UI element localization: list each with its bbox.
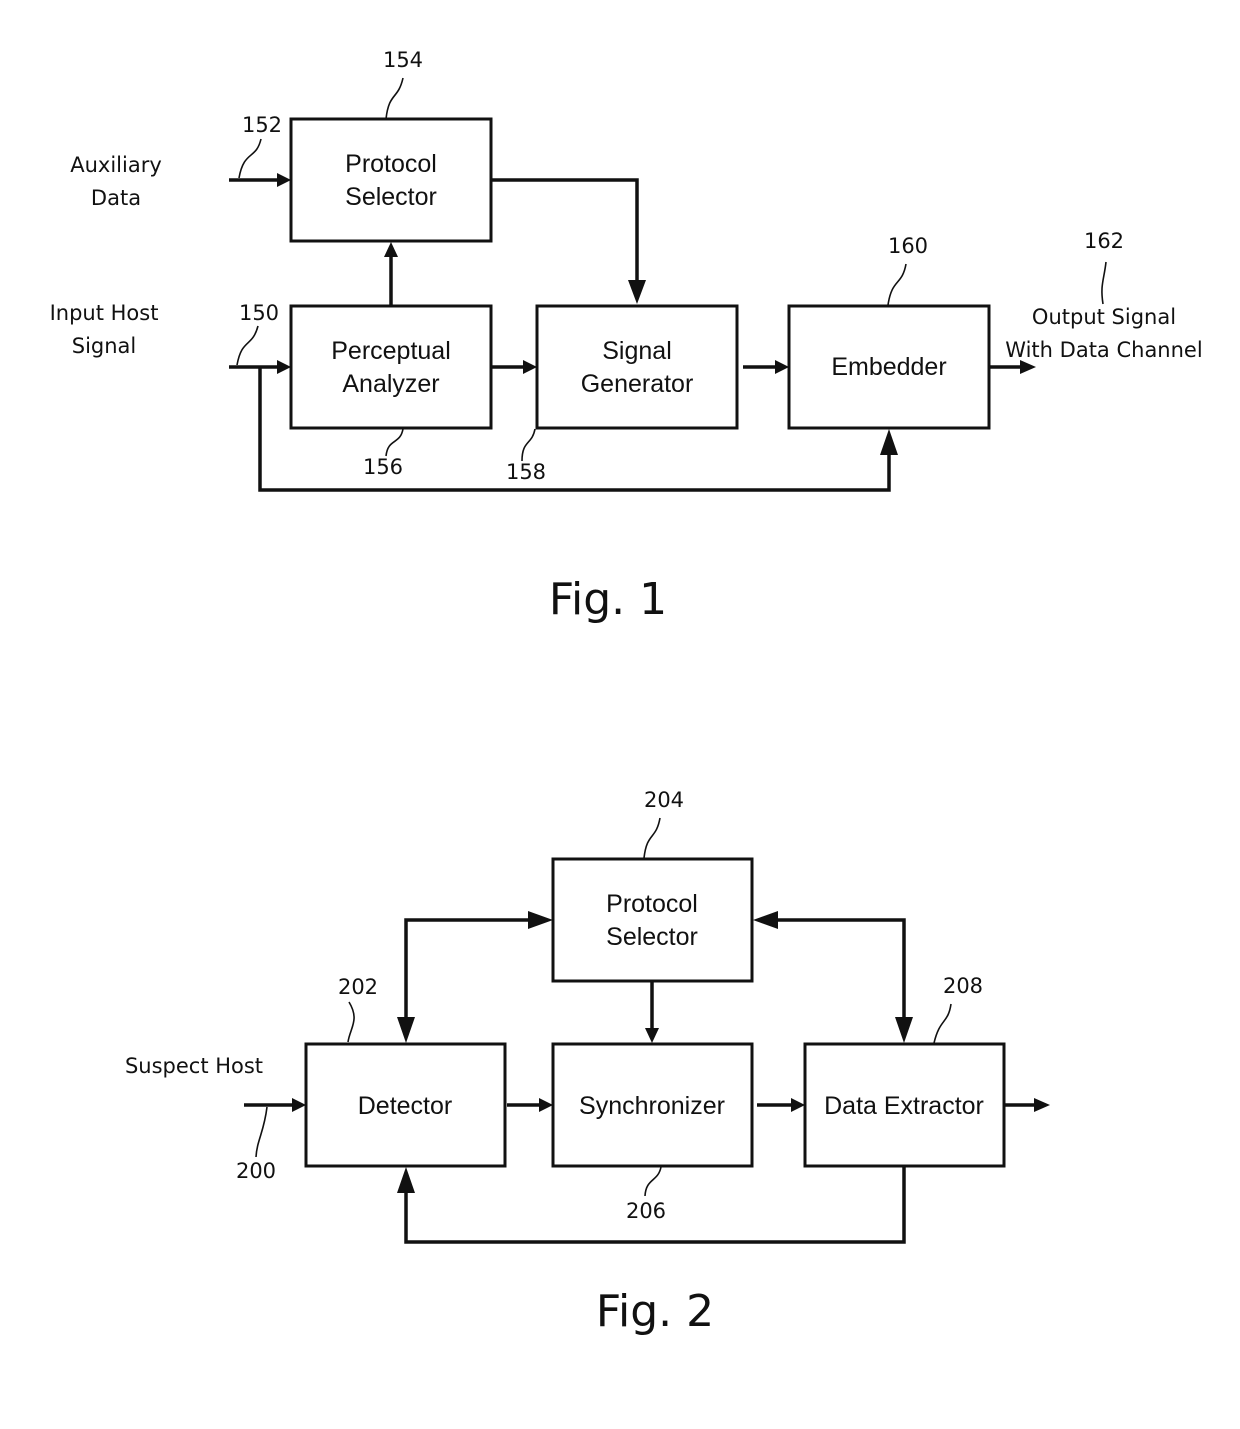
block-label-line: Protocol: [606, 890, 698, 918]
ref-152: 152: [238, 113, 282, 179]
block-perceptual-analyzer-156: Perceptual Analyzer: [289, 304, 493, 430]
figure-caption: Fig. 2: [596, 1286, 714, 1337]
arrow-protocol-selector-to-signal-generator: [491, 178, 646, 304]
ref-150: 150: [236, 301, 279, 366]
ref-206: 206: [626, 1166, 666, 1223]
label-output-signal: Output Signal With Data Channel: [1005, 305, 1202, 362]
block-protocol-selector-204: Protocol Selector: [551, 857, 754, 983]
ref-158: 158: [506, 428, 546, 484]
arrow-analyzer-to-signal-generator: [491, 360, 537, 374]
label-input-host-signal: Input Host Signal: [50, 301, 159, 358]
block-label-line: Protocol: [345, 150, 437, 178]
svg-text:204: 204: [644, 788, 684, 812]
svg-text:Input Host: Input Host: [50, 301, 159, 325]
arrow-synchronizer-to-data-extractor: [757, 1098, 805, 1112]
label-auxiliary-data: Auxiliary Data: [70, 153, 162, 210]
svg-text:200: 200: [236, 1159, 276, 1183]
block-label-line: Synchronizer: [579, 1092, 725, 1120]
figure-1: Protocol Selector Perceptual Analyzer Si…: [50, 48, 1203, 625]
arrow-data-extractor-protocol-selector-bidirectional: [753, 911, 913, 1043]
arrow-signal-generator-to-embedder: [743, 360, 789, 374]
block-synchronizer-206: Synchronizer: [551, 1042, 754, 1168]
ref-200: 200: [236, 1106, 276, 1183]
svg-text:156: 156: [363, 455, 403, 479]
svg-text:Output Signal: Output Signal: [1032, 305, 1176, 329]
ref-202: 202: [338, 975, 378, 1043]
arrow-data-extractor-output: [1004, 1098, 1050, 1112]
block-label-line: Detector: [358, 1092, 452, 1120]
block-data-extractor-208: Data Extractor: [803, 1042, 1006, 1168]
ref-154: 154: [383, 48, 423, 120]
block-embedder-160: Embedder: [787, 304, 991, 430]
block-label-line: Selector: [345, 183, 437, 211]
block-label-line: Embedder: [831, 353, 946, 381]
block-label-line: Signal: [602, 337, 672, 365]
block-label-line: Generator: [581, 370, 694, 398]
ref-156: 156: [363, 428, 404, 479]
block-detector-202: Detector: [304, 1042, 507, 1168]
block-protocol-selector-154: Protocol Selector: [289, 117, 493, 243]
svg-text:208: 208: [943, 974, 983, 998]
ref-204: 204: [643, 788, 684, 859]
arrow-detector-protocol-selector-bidirectional: [397, 911, 553, 1043]
block-label-line: Selector: [606, 923, 698, 951]
arrow-embedder-output: [989, 360, 1036, 374]
svg-text:206: 206: [626, 1199, 666, 1223]
block-label-line: Data Extractor: [824, 1092, 984, 1120]
arrow-analyzer-to-protocol-selector: [384, 242, 398, 306]
figure-caption: Fig. 1: [549, 574, 667, 625]
svg-text:160: 160: [888, 234, 928, 258]
label-suspect-host: Suspect Host: [125, 1054, 263, 1078]
block-label-line: Analyzer: [342, 370, 439, 398]
svg-text:162: 162: [1084, 229, 1124, 253]
patent-figures: Protocol Selector Perceptual Analyzer Si…: [50, 48, 1203, 1337]
block-label-line: Perceptual: [331, 337, 451, 365]
arrow-suspect-host-to-detector: [244, 1098, 306, 1112]
svg-text:150: 150: [239, 301, 279, 325]
svg-text:With Data Channel: With Data Channel: [1005, 338, 1202, 362]
svg-text:Auxiliary: Auxiliary: [70, 153, 162, 177]
svg-text:154: 154: [383, 48, 423, 72]
svg-text:Signal: Signal: [72, 334, 137, 358]
ref-208: 208: [933, 974, 983, 1044]
svg-text:Data: Data: [91, 186, 141, 210]
ref-162: 162: [1084, 229, 1124, 305]
svg-text:152: 152: [242, 113, 282, 137]
svg-text:202: 202: [338, 975, 378, 999]
figure-2: Protocol Selector Detector Synchronizer …: [125, 788, 1050, 1337]
arrow-aux-to-protocol-selector: [229, 173, 291, 187]
arrow-detector-to-synchronizer: [507, 1098, 553, 1112]
svg-text:158: 158: [506, 460, 546, 484]
block-signal-generator-158: Signal Generator: [535, 304, 739, 430]
arrow-protocol-selector-to-synchronizer: [645, 981, 659, 1043]
ref-160: 160: [887, 234, 928, 306]
